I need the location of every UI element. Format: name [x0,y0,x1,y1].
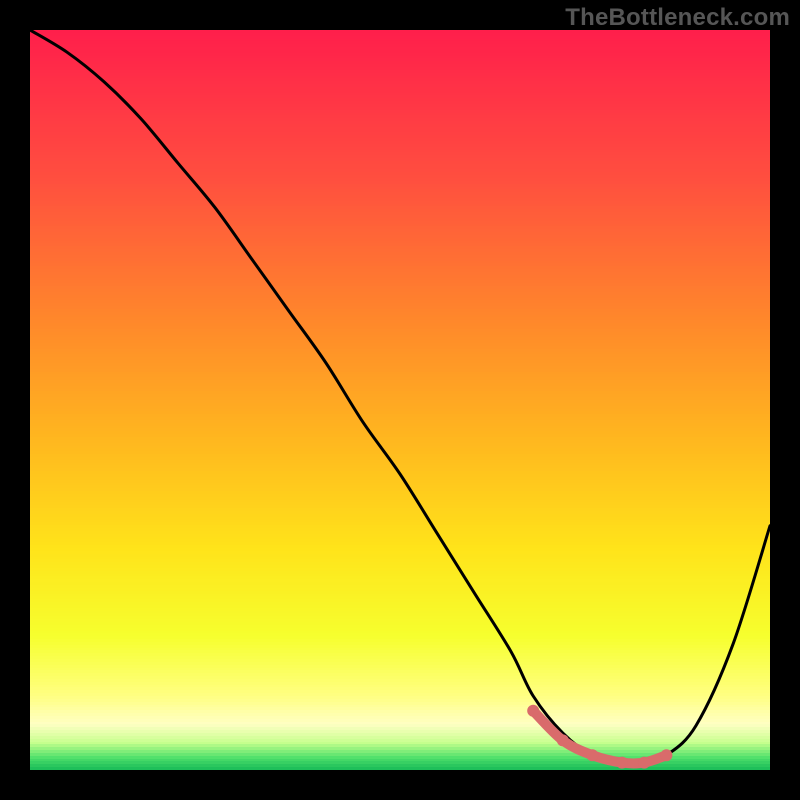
marker-dot [586,749,598,761]
marker-dot [557,734,569,746]
bottleneck-curve [30,30,770,764]
marker-dot [660,749,672,761]
marker-dot [616,757,628,769]
chart-frame: TheBottleneck.com [0,0,800,800]
chart-svg [30,30,770,770]
watermark-text: TheBottleneck.com [565,4,790,32]
marker-dot [527,705,539,717]
plot-area [30,30,770,770]
optimal-range-marker [533,711,666,764]
marker-dot [638,757,650,769]
